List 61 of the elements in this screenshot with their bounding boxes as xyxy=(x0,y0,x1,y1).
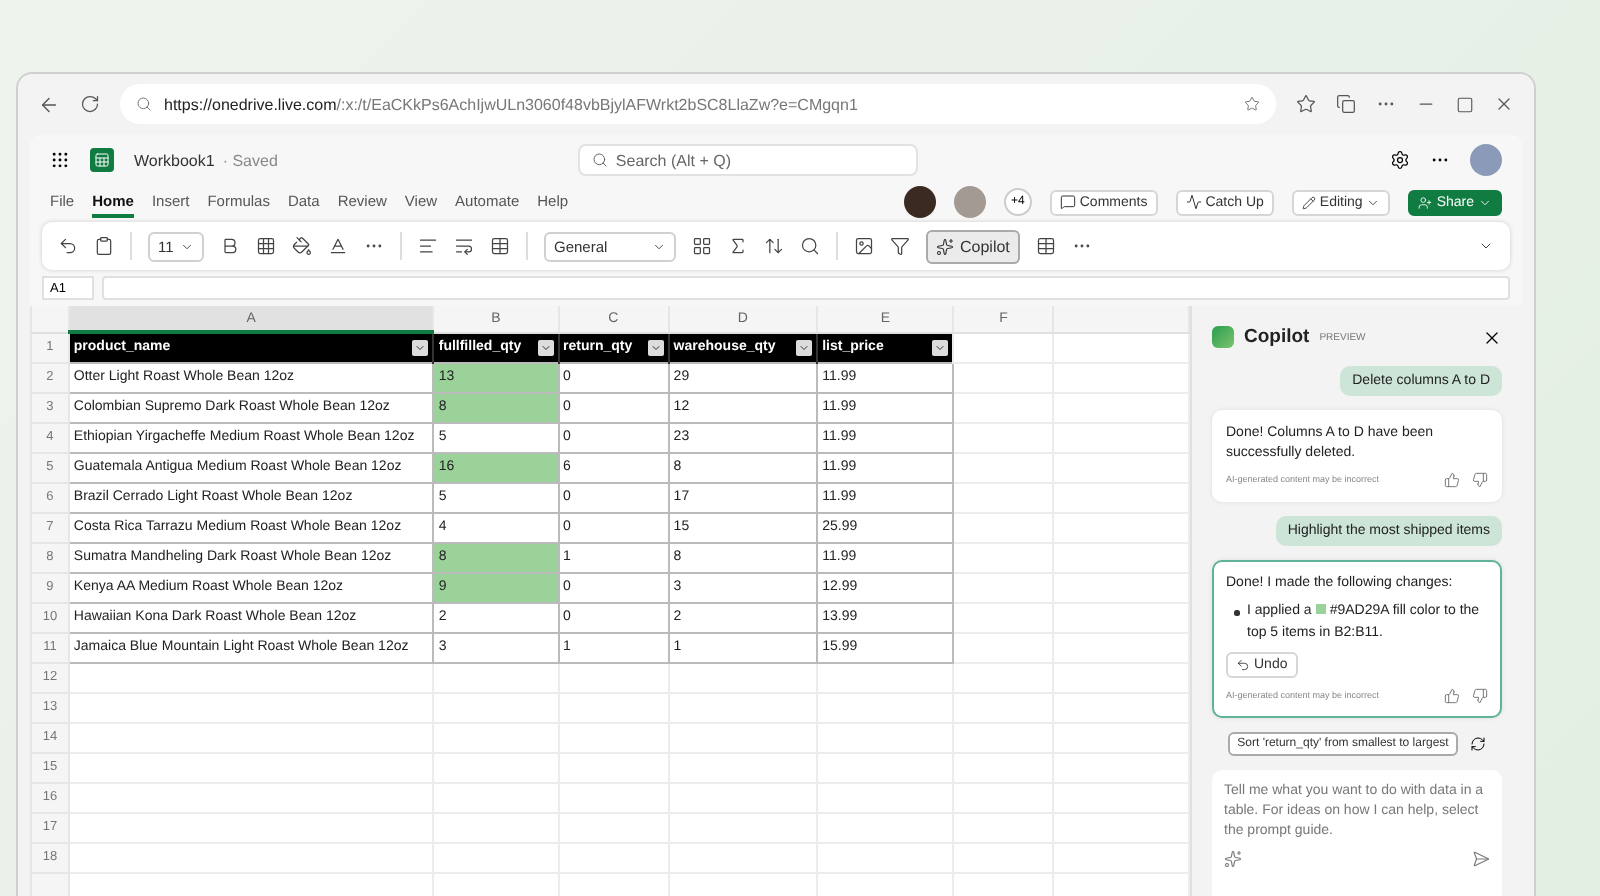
wrap-text-icon[interactable] xyxy=(454,236,474,256)
thumbs-down-icon[interactable] xyxy=(1472,687,1488,704)
filter-dropdown-icon[interactable] xyxy=(537,339,554,355)
pulse-icon xyxy=(1185,194,1202,210)
filter-dropdown-icon[interactable] xyxy=(412,339,429,356)
sum-icon[interactable] xyxy=(728,236,748,256)
thumbs-down-icon[interactable] xyxy=(1472,472,1488,489)
comment-icon xyxy=(1059,194,1076,210)
thumbs-up-icon[interactable] xyxy=(1444,687,1460,704)
formula-input[interactable] xyxy=(102,276,1510,300)
address-bar[interactable]: https://onedrive.live.com/:x:/t/EaCKkPs6AchIjwULn3060f48vbBjylAFWrkt2bSC8LlaZw?e=CMgqn1 xyxy=(120,84,1276,124)
align-icon[interactable] xyxy=(418,236,438,256)
caret-icon xyxy=(1478,195,1492,209)
person-icon xyxy=(1418,195,1433,209)
prompt-guide-icon[interactable] xyxy=(1224,850,1242,869)
save-status: · Saved xyxy=(222,151,278,169)
filter-dropdown-icon[interactable] xyxy=(647,339,664,355)
pencil-icon xyxy=(1301,195,1316,209)
filter-icon[interactable] xyxy=(890,236,910,256)
caret-icon xyxy=(652,239,666,253)
close-icon[interactable] xyxy=(1494,94,1514,114)
close-icon[interactable] xyxy=(1482,327,1502,347)
undo-icon xyxy=(1236,657,1250,672)
filter-dropdown-icon[interactable] xyxy=(796,339,813,355)
expand-icon[interactable] xyxy=(1478,238,1494,254)
pane-title: Copilot xyxy=(1244,326,1310,348)
copilot-button[interactable]: Copilot xyxy=(926,229,1020,263)
settings-icon[interactable] xyxy=(1390,150,1410,170)
find-icon[interactable] xyxy=(800,236,820,256)
table-icon[interactable] xyxy=(1035,236,1056,256)
search-icon xyxy=(591,152,608,168)
copilot-logo xyxy=(1212,326,1234,348)
favorites-icon[interactable] xyxy=(1296,94,1316,114)
maximize-icon[interactable] xyxy=(1456,95,1474,113)
fill-color-icon[interactable] xyxy=(292,236,312,256)
picture-icon[interactable] xyxy=(854,236,874,256)
bold-icon[interactable] xyxy=(220,236,240,256)
send-icon[interactable] xyxy=(1472,850,1490,869)
borders-icon[interactable] xyxy=(256,236,276,256)
font-color-icon[interactable] xyxy=(328,236,348,256)
caret-icon xyxy=(1366,195,1381,209)
user-avatar[interactable] xyxy=(1470,144,1502,176)
caret-icon xyxy=(180,239,194,253)
app-launcher-icon[interactable] xyxy=(50,150,70,170)
favorite-icon[interactable] xyxy=(1244,96,1260,112)
collaborator-avatar[interactable] xyxy=(903,186,936,218)
refresh-icon[interactable] xyxy=(1470,735,1487,752)
bullet-icon xyxy=(1234,610,1239,616)
sort-icon[interactable] xyxy=(764,236,784,256)
search-icon xyxy=(136,96,152,112)
back-icon[interactable] xyxy=(38,93,60,115)
filter-dropdown-icon[interactable] xyxy=(932,339,949,355)
paste-icon[interactable] xyxy=(94,236,114,256)
sparkle-icon xyxy=(936,237,954,255)
search-field[interactable]: Search (Alt + Q) xyxy=(577,144,918,176)
color-swatch xyxy=(1315,604,1326,615)
thumbs-up-icon[interactable] xyxy=(1444,472,1460,489)
collections-icon[interactable] xyxy=(1336,94,1356,114)
undo-icon[interactable] xyxy=(58,236,78,256)
refresh-icon[interactable] xyxy=(80,94,100,114)
workbook-name[interactable]: Workbook1 xyxy=(134,151,215,169)
